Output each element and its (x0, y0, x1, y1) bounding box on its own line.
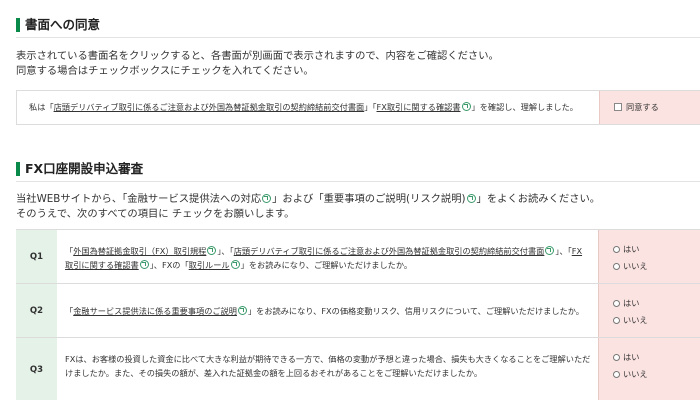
radio-no-option[interactable]: いいえ (613, 314, 648, 326)
question-row-q3: Q3 FXは、お客様の投資した資金に比べて大きな利益が期待できる一方で、価格の変… (16, 337, 700, 400)
radio-button[interactable] (613, 246, 620, 253)
radio-button[interactable] (613, 263, 620, 270)
question-row-q2: Q2 「金融サービス提供法に係る重要事項のご説明 」をお読みになり、FXの価格変動… (16, 283, 700, 337)
question-number: Q2 (16, 284, 57, 337)
question-number: Q3 (16, 338, 57, 400)
screening-line-1: 当社WEBサイトから、「金融サービス提供法への対応 」および「重要事項のご説明(リ… (16, 192, 600, 207)
radio-button[interactable] (613, 300, 620, 307)
screening-line-2: そのうえで、次のすべての項目に チェックをお願いします。 (16, 208, 295, 220)
answer-cell: はい いいえ (598, 230, 700, 283)
link-important-matters[interactable]: 金融サービス提供法に係る重要事項のご説明 (73, 306, 237, 316)
agree-label: 同意する (626, 102, 659, 112)
external-window-icon (262, 194, 272, 203)
agree-cell[interactable]: 同意する (599, 91, 700, 124)
question-text-line: FXは、お客様の投資した資金に比べて大きな利益が期待できる一方で、価格の変動が予… (65, 354, 591, 364)
radio-label: いいえ (623, 315, 648, 325)
text-fragment: 「 (65, 246, 74, 256)
link-pre-contract-document[interactable]: 店頭デリバティブ取引に係るご注意および外国為替証拠金取引の契約締結前交付書面 (234, 246, 545, 256)
radio-yes-option[interactable]: はい (613, 297, 639, 309)
external-window-icon (230, 260, 240, 269)
external-window-icon (466, 194, 476, 203)
radio-no-option[interactable]: いいえ (613, 368, 648, 380)
doc-link-pre-contract[interactable]: 店頭デリバティブ取引に係るご注意および外国為替証拠金取引の契約締結前交付書面 (54, 102, 365, 112)
text-fragment: 「 (65, 306, 74, 316)
instruction-line-2: 同意する場合はチェックボックスにチェックを入れてください。 (16, 65, 314, 77)
link-trading-rules[interactable]: 取引ルール (189, 260, 230, 270)
consent-text-suffix: 」を確認し、理解しました。 (471, 102, 578, 112)
link-risk-explanation[interactable]: 重要事項のご説明(リスク説明) (324, 193, 466, 205)
question-row-q1: Q1 「外国為替証拠金取引（FX）取引規程 」、「店頭デリバティブ取引に係るご注意… (16, 229, 700, 283)
text-fragment: 」をよくお読みください。 (476, 193, 601, 205)
external-window-icon (545, 246, 555, 255)
text-fragment: 」、「 (555, 246, 572, 256)
radio-label: いいえ (623, 261, 648, 271)
radio-label: いいえ (623, 369, 648, 379)
question-text-line: 取引に関する確認書 」、FXの「取引ルール 」をお読みになり、ご理解いただけましたか… (65, 258, 412, 273)
radio-button[interactable] (613, 317, 620, 324)
consent-text-prefix: 私は「 (29, 102, 54, 112)
section-title: FX口座開設申込審査 (25, 161, 144, 176)
section-header-screening: FX口座開設申込審査 (16, 160, 700, 182)
text-fragment: 当社WEBサイトから、「 (16, 193, 128, 205)
instruction-line-1: 表示されている書面名をクリックすると、各書面が別画面で表示されますので、内容をご… (16, 50, 499, 62)
radio-yes-option[interactable]: はい (613, 351, 639, 363)
consent-box: 私は「店頭デリバティブ取引に係るご注意および外国為替証拠金取引の契約締結前交付書… (16, 90, 700, 125)
external-window-icon (139, 260, 149, 269)
section-title: 書面への同意 (25, 17, 101, 32)
radio-button[interactable] (613, 354, 620, 361)
answer-cell: はい いいえ (598, 284, 700, 337)
consent-text-mid: 」「 (364, 102, 377, 112)
radio-label: はい (623, 298, 640, 308)
text-fragment: 」をお読みになり、ご理解いただけましたか。 (240, 260, 413, 270)
section-accent-bar (16, 18, 20, 32)
link-fx-confirmation-part2[interactable]: 取引に関する確認書 (65, 260, 139, 270)
agree-checkbox[interactable] (614, 103, 622, 111)
doc-link-fx-confirmation[interactable]: FX取引に関する確認書 (377, 102, 461, 112)
question-text-line: 「外国為替証拠金取引（FX）取引規程 」、「店頭デリバティブ取引に係るご注意および… (65, 244, 582, 259)
section-accent-bar (16, 162, 20, 176)
question-text-line: けましたか。また、その損失の額が、差入れた証拠金の額を上回るおそれがあることをご… (65, 368, 483, 378)
text-fragment: 」、FXの「 (149, 260, 189, 270)
text-fragment: 」をお読みになり、FXの価格変動リスク、信用リスクについて、ご理解いただけました… (247, 306, 584, 316)
link-fx-rules[interactable]: 外国為替証拠金取引（FX）取引規程 (73, 246, 206, 256)
consent-text: 私は「店頭デリバティブ取引に係るご注意および外国為替証拠金取引の契約締結前交付書… (29, 101, 578, 113)
radio-button[interactable] (613, 371, 620, 378)
external-window-icon (461, 102, 471, 111)
external-window-icon (207, 246, 217, 255)
text-fragment: 」および「 (272, 193, 324, 205)
question-number: Q1 (16, 230, 57, 283)
question-text-line: 「金融サービス提供法に係る重要事項のご説明 」をお読みになり、FXの価格変動リスク… (65, 304, 584, 319)
radio-yes-option[interactable]: はい (613, 243, 639, 255)
radio-no-option[interactable]: いいえ (613, 260, 648, 272)
link-financial-services-act[interactable]: 金融サービス提供法への対応 (127, 193, 261, 205)
radio-label: はい (623, 352, 640, 362)
radio-label: はい (623, 244, 640, 254)
section-header-consent: 書面への同意 (16, 16, 700, 38)
text-fragment: 」、「 (217, 246, 234, 256)
external-window-icon (237, 306, 247, 315)
link-fx-confirmation-part1[interactable]: FX (572, 246, 582, 256)
answer-cell: はい いいえ (598, 338, 700, 400)
